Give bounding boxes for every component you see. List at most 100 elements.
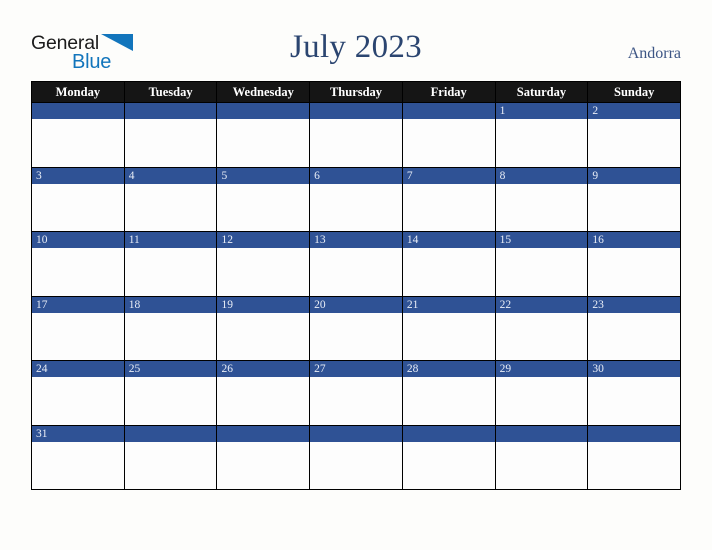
day-cell-empty[interactable] [124,425,218,490]
day-note-area[interactable] [495,377,588,425]
day-cell-empty[interactable] [32,103,125,168]
day-cell-3[interactable]: 3 [32,167,125,232]
day-note-area[interactable] [217,248,310,296]
day-cell-30[interactable]: 30 [588,361,682,426]
day-note-area[interactable] [588,248,681,296]
day-cell-11[interactable]: 11 [124,232,218,297]
day-cell-25[interactable]: 25 [124,361,218,426]
day-cell-empty[interactable] [402,425,496,490]
day-note-area[interactable] [495,441,588,489]
day-note-area[interactable] [402,183,495,231]
weekday-header-thursday: Thursday [310,82,403,103]
day-cell-5[interactable]: 5 [217,167,311,232]
day-cell-19[interactable]: 19 [217,296,311,361]
day-cell-2[interactable]: 2 [588,103,682,168]
day-note-area[interactable] [32,248,124,296]
day-cell-14[interactable]: 14 [402,232,496,297]
day-cell-empty[interactable] [402,103,496,168]
day-note-area[interactable] [217,312,310,360]
day-note-area[interactable] [402,248,495,296]
day-note-area[interactable] [217,183,310,231]
day-cell-23[interactable]: 23 [588,296,682,361]
weekday-header-row: Monday Tuesday Wednesday Thursday Friday Satu… [32,82,682,103]
day-note-area[interactable] [32,441,124,489]
day-note-area[interactable] [588,312,681,360]
day-number: 7 [402,167,495,184]
day-cell-13[interactable]: 13 [310,232,403,297]
calendar-week-row: 3456789 [32,167,682,232]
day-cell-16[interactable]: 16 [588,232,682,297]
day-note-area[interactable] [495,183,588,231]
day-cell-15[interactable]: 15 [495,232,589,297]
day-cell-10[interactable]: 10 [32,232,125,297]
day-note-area[interactable] [124,248,217,296]
day-note-area[interactable] [217,441,310,489]
day-note-area[interactable] [588,119,681,167]
day-number: 12 [217,232,310,248]
day-cell-21[interactable]: 21 [402,296,496,361]
day-note-area[interactable] [588,183,681,231]
day-cell-empty[interactable] [217,425,311,490]
day-cell-12[interactable]: 12 [217,232,311,297]
day-cell-18[interactable]: 18 [124,296,218,361]
day-note-area[interactable] [32,183,124,231]
day-note-area[interactable] [217,119,310,167]
day-cell-6[interactable]: 6 [310,167,403,232]
day-cell-27[interactable]: 27 [310,361,403,426]
page-title: July 2023 [290,29,422,65]
day-note-area[interactable] [124,183,217,231]
day-number: 28 [402,361,495,377]
day-note-area[interactable] [310,377,402,425]
day-cell-empty[interactable] [124,103,218,168]
day-cell-empty[interactable] [588,425,682,490]
day-cell-empty[interactable] [310,103,403,168]
day-note-area[interactable] [495,248,588,296]
day-note-area[interactable] [310,248,402,296]
day-note-area[interactable] [588,377,681,425]
day-note-area[interactable] [217,377,310,425]
day-note-area[interactable] [402,441,495,489]
day-cell-4[interactable]: 4 [124,167,218,232]
day-note-area[interactable] [310,441,402,489]
day-note-area[interactable] [310,119,402,167]
day-number: 9 [588,167,681,184]
day-cell-empty[interactable] [310,425,403,490]
day-cell-7[interactable]: 7 [402,167,496,232]
day-cell-1[interactable]: 1 [495,103,589,168]
day-cell-8[interactable]: 8 [495,167,589,232]
calendar-week-row: 31 [32,425,682,490]
day-cell-empty[interactable] [495,425,589,490]
day-note-area[interactable] [32,119,124,167]
day-cell-31[interactable]: 31 [32,425,125,490]
day-cell-28[interactable]: 28 [402,361,496,426]
day-note-area[interactable] [32,312,124,360]
day-cell-9[interactable]: 9 [588,167,682,232]
day-number [588,425,681,442]
day-cell-26[interactable]: 26 [217,361,311,426]
day-note-area[interactable] [124,441,217,489]
day-cell-20[interactable]: 20 [310,296,403,361]
day-cell-22[interactable]: 22 [495,296,589,361]
day-note-area[interactable] [124,377,217,425]
day-note-area[interactable] [124,119,217,167]
day-note-area[interactable] [32,377,124,425]
day-note-area[interactable] [495,312,588,360]
day-note-area[interactable] [310,312,402,360]
calendar-grid: Monday Tuesday Wednesday Thursday Friday Satu… [31,81,682,490]
day-cell-empty[interactable] [217,103,311,168]
day-note-area[interactable] [588,441,681,489]
day-note-area[interactable] [495,119,588,167]
day-cell-17[interactable]: 17 [32,296,125,361]
day-number: 20 [310,296,402,313]
day-cell-29[interactable]: 29 [495,361,589,426]
calendar-week-row: 12 [32,103,682,168]
day-number: 31 [32,425,124,442]
day-note-area[interactable] [402,377,495,425]
day-note-area[interactable] [402,119,495,167]
day-number: 19 [217,296,310,313]
day-note-area[interactable] [124,312,217,360]
day-cell-24[interactable]: 24 [32,361,125,426]
day-note-area[interactable] [310,183,402,231]
day-note-area[interactable] [402,312,495,360]
weekday-header-wednesday: Wednesday [217,82,311,103]
